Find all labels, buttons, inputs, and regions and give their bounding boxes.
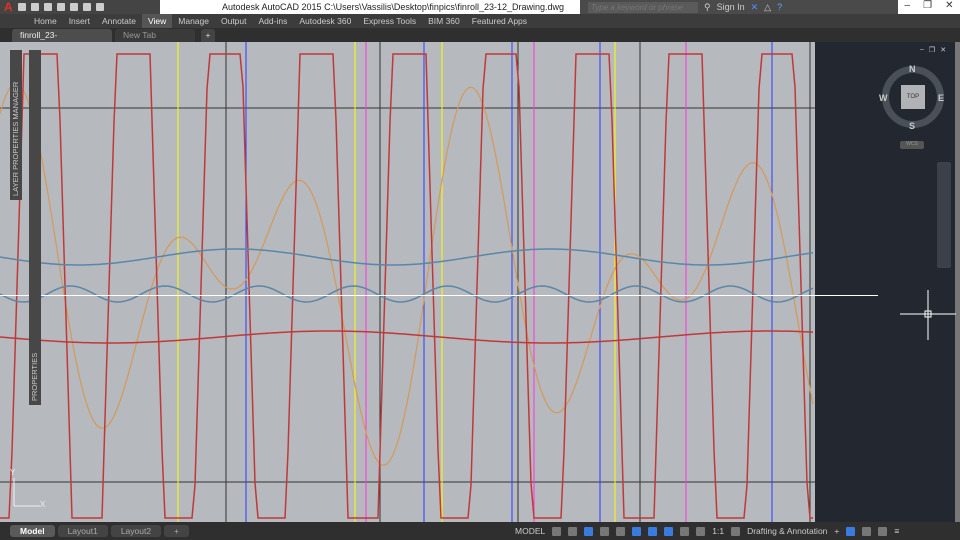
compass-s[interactable]: S bbox=[909, 121, 915, 131]
binoculars-icon[interactable]: ⚲ bbox=[704, 2, 711, 13]
minimize-button[interactable]: – bbox=[905, 0, 911, 14]
snap-icon[interactable] bbox=[568, 526, 578, 536]
grid-icon[interactable] bbox=[552, 526, 562, 536]
tab-drawing[interactable]: finroll_23-12_Drawing* bbox=[12, 29, 112, 53]
ribbon-tab-add-ins[interactable]: Add-ins bbox=[253, 14, 294, 28]
redo-icon[interactable] bbox=[95, 3, 104, 11]
application-menu-button[interactable]: A bbox=[4, 0, 13, 14]
tab-new-tab[interactable]: New Tab bbox=[115, 29, 195, 42]
status-tools: MODEL 1:1 Drafting & Annotation + ≡ bbox=[515, 522, 899, 540]
gear-icon[interactable] bbox=[731, 526, 741, 536]
isolate-objects-icon[interactable] bbox=[846, 526, 856, 536]
polar-icon[interactable] bbox=[600, 526, 610, 536]
sign-in-button[interactable]: Sign In bbox=[717, 2, 745, 12]
close-button[interactable]: ✕ bbox=[945, 0, 953, 14]
hardware-acceleration-icon[interactable] bbox=[862, 526, 872, 536]
tab-layout2[interactable]: Layout2 bbox=[110, 525, 162, 537]
menu-icon[interactable]: ≡ bbox=[894, 526, 899, 536]
ribbon-tab-home[interactable]: Home bbox=[28, 14, 63, 28]
file-tabs: finroll_23-12_Drawing* New Tab + bbox=[0, 28, 960, 53]
blue-curve bbox=[0, 248, 814, 266]
red-square-wave bbox=[0, 53, 813, 519]
add-layout-button[interactable]: + bbox=[164, 525, 190, 537]
annotation-visibility-icon[interactable] bbox=[664, 526, 674, 536]
layer-properties-manager-palette[interactable]: LAYER PROPERTIES MANAGER bbox=[10, 50, 22, 200]
ribbon-tab-express-tools[interactable]: Express Tools bbox=[357, 14, 422, 28]
viewcube-top[interactable]: TOP bbox=[901, 85, 925, 109]
tab-model[interactable]: Model bbox=[10, 525, 55, 537]
auto-scale-icon[interactable] bbox=[680, 526, 690, 536]
orange-curve bbox=[0, 82, 814, 466]
cursor-crosshair bbox=[900, 290, 956, 340]
exchange-icon[interactable]: ✕ bbox=[751, 2, 759, 13]
compass-e[interactable]: E bbox=[938, 93, 944, 103]
blue-curve bbox=[0, 285, 814, 303]
ribbon-tabs: Home Insert Annotate View Manage Output Add-in… bbox=[0, 14, 960, 28]
annotation-scale[interactable]: 1:1 bbox=[712, 526, 724, 536]
window-controls: – ❐ ✕ bbox=[898, 0, 960, 14]
maximize-button[interactable]: ❐ bbox=[923, 0, 932, 14]
a360-icon[interactable]: △ bbox=[764, 2, 771, 13]
crosshair bbox=[0, 295, 878, 296]
add-tab-button[interactable]: + bbox=[201, 29, 215, 42]
annotation-scale-icon[interactable] bbox=[696, 526, 706, 536]
ribbon-tab-annotate[interactable]: Annotate bbox=[96, 14, 142, 28]
undo-icon[interactable] bbox=[82, 3, 91, 11]
model-space-button[interactable]: MODEL bbox=[515, 526, 545, 536]
compass-n[interactable]: N bbox=[909, 64, 916, 74]
viewport-controls: – ❐ ✕ bbox=[920, 46, 946, 54]
ribbon-tab-output[interactable]: Output bbox=[215, 14, 253, 28]
workspace-switch[interactable]: Drafting & Annotation bbox=[747, 526, 827, 536]
osnap-icon[interactable] bbox=[616, 526, 626, 536]
ribbon-tab-autodesk-360[interactable]: Autodesk 360 bbox=[293, 14, 357, 28]
infocenter: ⚲ Sign In ✕ △ ? bbox=[580, 0, 898, 14]
quick-access-toolbar: A bbox=[0, 0, 160, 14]
properties-palette[interactable]: PROPERTIES bbox=[29, 50, 41, 405]
help-icon[interactable]: ? bbox=[777, 2, 782, 12]
ribbon-tab-view[interactable]: View bbox=[141, 14, 173, 28]
plus-icon[interactable]: + bbox=[834, 526, 839, 536]
save-icon[interactable] bbox=[43, 3, 52, 11]
print-icon[interactable] bbox=[69, 3, 78, 11]
wcs-menu[interactable]: WCS bbox=[900, 141, 924, 149]
open-icon[interactable] bbox=[30, 3, 39, 11]
title-bar: A Autodesk AutoCAD 2015 C:\Users\Vassili… bbox=[0, 0, 960, 14]
window-title: Autodesk AutoCAD 2015 C:\Users\Vassilis\… bbox=[222, 2, 564, 12]
ucs-icon: Y X bbox=[10, 468, 50, 512]
ortho-icon[interactable] bbox=[584, 526, 594, 536]
vertical-scrollbar[interactable] bbox=[955, 42, 960, 522]
ucs-x-label: X bbox=[40, 500, 46, 509]
save-as-icon[interactable] bbox=[56, 3, 65, 11]
red-curve bbox=[0, 330, 814, 344]
minimize-icon[interactable]: – bbox=[920, 46, 924, 54]
ucs-y-label: Y bbox=[10, 468, 16, 477]
clean-screen-icon[interactable] bbox=[878, 526, 888, 536]
navigation-bar[interactable] bbox=[937, 162, 951, 268]
viewcube[interactable]: TOP bbox=[882, 66, 944, 128]
drawing-canvas[interactable] bbox=[0, 42, 815, 522]
ribbon-tab-manage[interactable]: Manage bbox=[172, 14, 215, 28]
ribbon-tab-featured-apps[interactable]: Featured Apps bbox=[466, 14, 533, 28]
compass-w[interactable]: W bbox=[879, 93, 888, 103]
restore-icon[interactable]: ❐ bbox=[929, 46, 935, 54]
search-input[interactable] bbox=[588, 1, 698, 13]
dynamic-ucs-icon[interactable] bbox=[632, 526, 642, 536]
ribbon-tab-bim-360[interactable]: BIM 360 bbox=[422, 14, 466, 28]
drawing bbox=[0, 42, 815, 522]
selection-cycling-icon[interactable] bbox=[648, 526, 658, 536]
tab-layout1[interactable]: Layout1 bbox=[57, 525, 108, 537]
new-icon[interactable] bbox=[17, 3, 26, 11]
ribbon-tab-insert[interactable]: Insert bbox=[63, 14, 96, 28]
close-icon[interactable]: ✕ bbox=[940, 46, 946, 54]
